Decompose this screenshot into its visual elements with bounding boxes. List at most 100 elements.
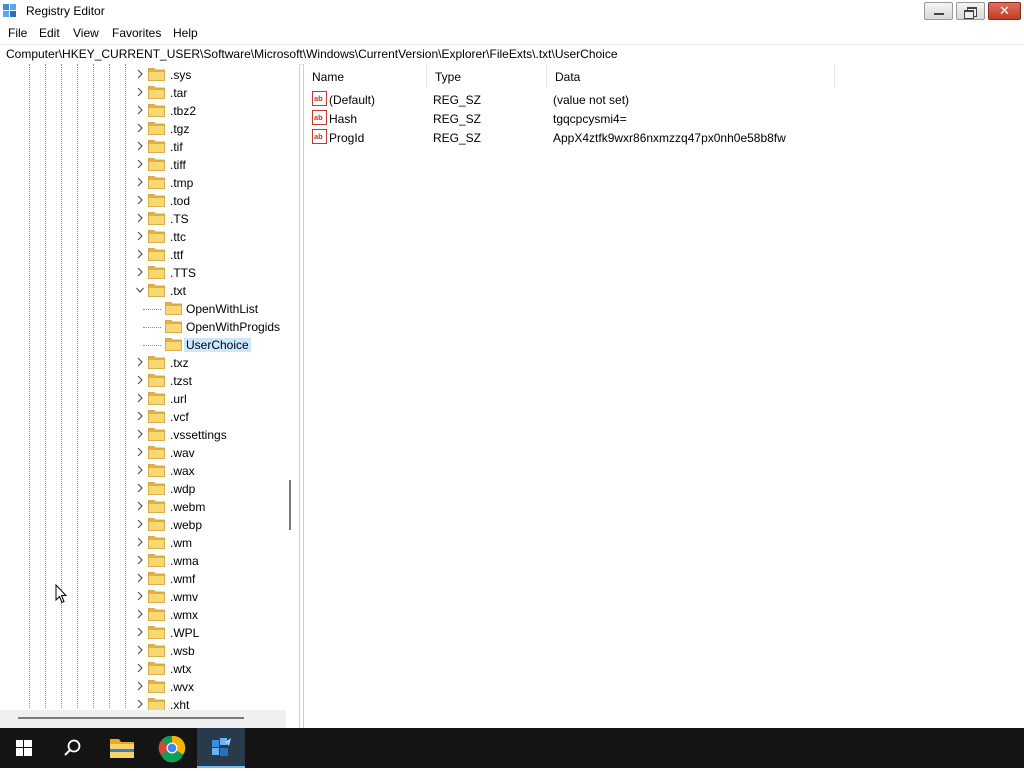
file-explorer-button[interactable] — [98, 728, 146, 768]
chevron-right-icon[interactable] — [136, 465, 144, 475]
tree-item[interactable]: .wmf — [0, 570, 285, 588]
chevron-right-icon[interactable] — [136, 627, 144, 637]
tree-item-label[interactable]: .wmx — [168, 608, 200, 622]
tree-item-label[interactable]: .wsb — [168, 644, 197, 658]
tree-item[interactable]: .TS — [0, 210, 285, 228]
tree-item[interactable]: .wm — [0, 534, 285, 552]
search-button[interactable] — [48, 728, 96, 768]
tree-item-label[interactable]: .wvx — [168, 680, 196, 694]
menu-view[interactable]: View — [73, 26, 99, 40]
chrome-button[interactable] — [148, 728, 196, 768]
tree-item[interactable]: .tgz — [0, 120, 285, 138]
tree-item[interactable]: OpenWithList — [0, 300, 285, 318]
tree-item[interactable]: OpenWithProgids — [0, 318, 285, 336]
chevron-right-icon[interactable] — [136, 537, 144, 547]
tree-item-label[interactable]: .txt — [168, 284, 188, 298]
restore-button[interactable] — [956, 2, 985, 20]
tree-item[interactable]: .WPL — [0, 624, 285, 642]
chevron-right-icon[interactable] — [136, 105, 144, 115]
tree-item-label[interactable]: .wma — [168, 554, 201, 568]
chevron-right-icon[interactable] — [136, 411, 144, 421]
tree-item[interactable]: .tiff — [0, 156, 285, 174]
tree-item-label[interactable]: .webp — [168, 518, 204, 532]
tree-item-label[interactable]: .tiff — [168, 158, 188, 172]
chevron-right-icon[interactable] — [136, 375, 144, 385]
chevron-right-icon[interactable] — [136, 555, 144, 565]
tree-item[interactable]: .wax — [0, 462, 285, 480]
menu-help[interactable]: Help — [173, 26, 198, 40]
tree-item-label[interactable]: .wav — [168, 446, 197, 460]
tree-item[interactable]: .ttc — [0, 228, 285, 246]
menu-edit[interactable]: Edit — [39, 26, 60, 40]
tree-item-label[interactable]: .ttc — [168, 230, 188, 244]
chevron-right-icon[interactable] — [136, 591, 144, 601]
tree-item[interactable]: .vcf — [0, 408, 285, 426]
tree-item[interactable]: .tzst — [0, 372, 285, 390]
chevron-right-icon[interactable] — [136, 357, 144, 367]
tree-item-label[interactable]: .tbz2 — [168, 104, 198, 118]
tree-item[interactable]: .url — [0, 390, 285, 408]
tree-item[interactable]: .tbz2 — [0, 102, 285, 120]
tree-vertical-scrollbar[interactable] — [286, 64, 299, 710]
column-header-name[interactable]: Name — [304, 64, 427, 88]
tree-item-label[interactable]: .wdp — [168, 482, 197, 496]
chevron-right-icon[interactable] — [136, 645, 144, 655]
chevron-right-icon[interactable] — [136, 483, 144, 493]
tree-item[interactable]: .txt — [0, 282, 285, 300]
chevron-right-icon[interactable] — [136, 573, 144, 583]
tree-item[interactable]: .wmx — [0, 606, 285, 624]
column-header-data[interactable]: Data — [547, 64, 835, 88]
tree-item-label[interactable]: .wax — [168, 464, 197, 478]
tree-item[interactable]: .tif — [0, 138, 285, 156]
tree-item-label[interactable]: .WPL — [168, 626, 201, 640]
tree-item[interactable]: .ttf — [0, 246, 285, 264]
tree-horizontal-scrollbar[interactable] — [0, 710, 286, 728]
tree-item-label[interactable]: UserChoice — [184, 338, 251, 352]
tree-item[interactable]: .vssettings — [0, 426, 285, 444]
value-row[interactable]: ab Hash REG_SZ tgqcpcysmi4= — [304, 109, 904, 128]
tree-item[interactable]: .tod — [0, 192, 285, 210]
registry-editor-taskbar-button[interactable] — [197, 728, 245, 768]
tree-item[interactable]: .wdp — [0, 480, 285, 498]
tree-item-label[interactable]: .vssettings — [168, 428, 229, 442]
chevron-right-icon[interactable] — [136, 159, 144, 169]
address-path[interactable]: Computer\HKEY_CURRENT_USER\Software\Micr… — [6, 47, 618, 61]
column-header-type[interactable]: Type — [427, 64, 547, 88]
tree-item[interactable]: .sys — [0, 66, 285, 84]
tree-horizontal-scroll-thumb[interactable] — [18, 717, 244, 719]
tree-item-label[interactable]: .sys — [168, 68, 193, 82]
tree-item-label[interactable]: .TS — [168, 212, 191, 226]
address-bar[interactable]: Computer\HKEY_CURRENT_USER\Software\Micr… — [0, 44, 1024, 65]
tree-item[interactable]: .wvx — [0, 678, 285, 696]
close-button[interactable]: ✕ — [988, 2, 1021, 20]
tree-item-label[interactable]: .tmp — [168, 176, 195, 190]
chevron-right-icon[interactable] — [136, 213, 144, 223]
tree-vertical-scroll-thumb[interactable] — [289, 480, 291, 530]
tree-item-label[interactable]: .tzst — [168, 374, 194, 388]
chevron-right-icon[interactable] — [136, 609, 144, 619]
tree-item-label[interactable]: OpenWithProgids — [184, 320, 282, 334]
tree-item[interactable]: .tmp — [0, 174, 285, 192]
chevron-right-icon[interactable] — [136, 249, 144, 259]
tree-item[interactable]: UserChoice — [0, 336, 285, 354]
tree-item-label[interactable]: .tar — [168, 86, 189, 100]
tree-item[interactable]: .TTS — [0, 264, 285, 282]
chevron-right-icon[interactable] — [136, 681, 144, 691]
chevron-right-icon[interactable] — [136, 699, 144, 709]
tree-item-label[interactable]: .txz — [168, 356, 191, 370]
chevron-right-icon[interactable] — [136, 87, 144, 97]
tree-item[interactable]: .webm — [0, 498, 285, 516]
tree-item[interactable]: .webp — [0, 516, 285, 534]
tree-item-label[interactable]: .tif — [168, 140, 185, 154]
start-button[interactable] — [0, 728, 48, 768]
menu-favorites[interactable]: Favorites — [112, 26, 161, 40]
chevron-down-icon[interactable] — [136, 285, 144, 295]
tree-item-label[interactable]: .vcf — [168, 410, 191, 424]
chevron-right-icon[interactable] — [136, 231, 144, 241]
tree-item[interactable]: .wav — [0, 444, 285, 462]
tree-item-label[interactable]: .wtx — [168, 662, 193, 676]
minimize-button[interactable] — [924, 2, 953, 20]
chevron-right-icon[interactable] — [136, 195, 144, 205]
tree-item-label[interactable]: OpenWithList — [184, 302, 260, 316]
key-tree-pane[interactable]: .sys .tar .tbz2 .tgz .tif .tiff .tmp .tod .TS .tt… — [0, 64, 300, 728]
